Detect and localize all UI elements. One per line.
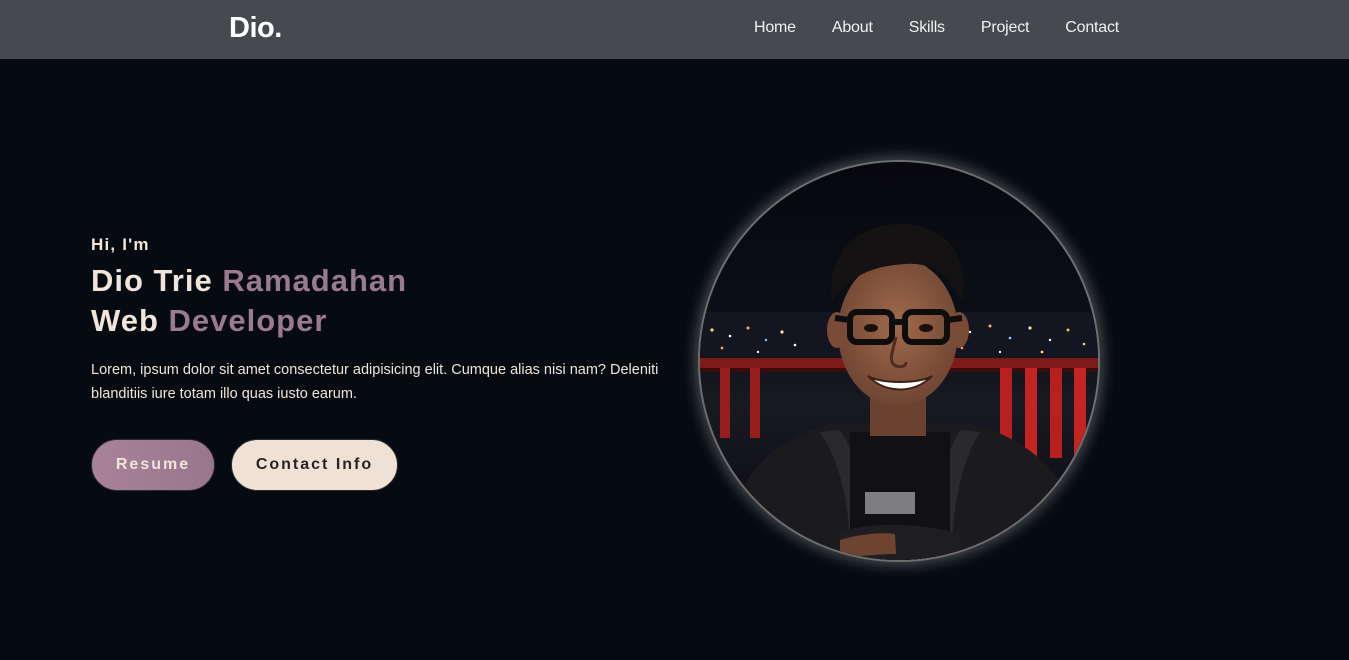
- nav-link-project[interactable]: Project: [981, 19, 1030, 37]
- hero-headline: Dio Trie Ramadahan Web Developer: [91, 261, 407, 341]
- contact-info-button[interactable]: Contact Info: [231, 439, 398, 491]
- nav-links: Home About Skills Project Contact: [754, 19, 1119, 37]
- name-last: Ramadahan: [222, 263, 408, 298]
- navbar: Dio. Home About Skills Project Contact: [0, 0, 1349, 59]
- hero-section: Hi, I'm Dio Trie Ramadahan Web Developer…: [0, 59, 1349, 660]
- nav-link-home[interactable]: Home: [754, 19, 796, 37]
- profile-photo: [698, 160, 1100, 562]
- greeting-text: Hi, I'm: [91, 235, 150, 254]
- role-last: Developer: [168, 303, 328, 338]
- hero-description: Lorem, ipsum dolor sit amet consectetur …: [91, 362, 659, 402]
- name-first: Dio Trie: [91, 263, 213, 298]
- nav-link-about[interactable]: About: [832, 19, 873, 37]
- nav-link-skills[interactable]: Skills: [909, 19, 945, 37]
- resume-button[interactable]: Resume: [91, 439, 215, 491]
- nav-link-contact[interactable]: Contact: [1065, 19, 1119, 37]
- role-first: Web: [91, 303, 159, 338]
- brand-logo[interactable]: Dio.: [229, 12, 282, 45]
